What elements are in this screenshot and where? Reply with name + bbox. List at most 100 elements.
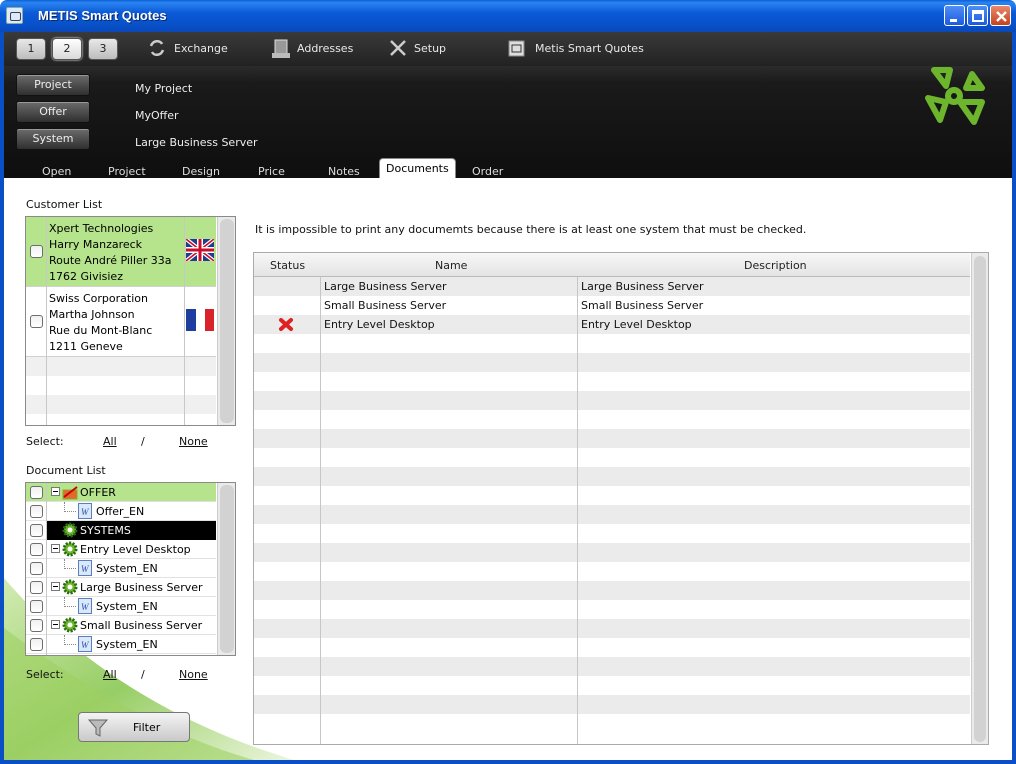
select-label: Select: — [26, 435, 64, 448]
scroll-thumb[interactable] — [220, 485, 234, 653]
customer-contact: Martha Johnson — [49, 308, 135, 321]
tree-collapse-toggle[interactable] — [51, 620, 60, 629]
tab-project[interactable]: Project — [108, 165, 146, 178]
tab-order[interactable]: Order — [472, 165, 503, 178]
customer-street: Rue du Mont-Blanc — [49, 324, 153, 337]
customer-city: 1211 Geneve — [49, 340, 123, 353]
select-separator: / — [141, 668, 145, 681]
page-2-button[interactable]: 2 — [52, 38, 82, 60]
tab-price[interactable]: Price — [258, 165, 285, 178]
offer-value: MyOffer — [135, 109, 179, 122]
document-checkbox[interactable] — [30, 486, 43, 499]
title-bar: METIS Smart Quotes — [0, 0, 1016, 32]
table-header: Status Name Description — [254, 253, 970, 277]
exchange-menu[interactable]: Exchange — [174, 42, 228, 55]
row-name: Entry Level Desktop — [324, 318, 435, 331]
customer-list-title: Customer List — [26, 198, 103, 211]
exchange-icon[interactable] — [148, 38, 166, 58]
document-label: System_EN — [96, 638, 158, 651]
tab-documents[interactable]: Documents — [379, 158, 456, 180]
document-row[interactable]: Large Business Server — [26, 578, 216, 597]
row-name: Small Business Server — [324, 299, 447, 312]
close-button[interactable] — [990, 5, 1011, 26]
document-checkbox[interactable] — [30, 543, 43, 556]
tab-open[interactable]: Open — [42, 165, 71, 178]
offer-button[interactable]: Offer — [16, 101, 90, 123]
row-name: Large Business Server — [324, 280, 447, 293]
systems-table-scrollbar[interactable] — [971, 253, 988, 744]
customer-street: Route André Piller 33a — [49, 254, 172, 267]
document-row[interactable]: W System_EN — [26, 559, 216, 578]
setup-menu[interactable]: Setup — [414, 42, 446, 55]
offer-icon — [62, 486, 78, 500]
document-label: Entry Level Desktop — [80, 543, 191, 556]
document-row[interactable]: Small Business Server — [26, 616, 216, 635]
document-row[interactable]: Entry Level Desktop — [26, 540, 216, 559]
minimize-icon — [950, 19, 957, 22]
row-description: Large Business Server — [581, 280, 704, 293]
table-row[interactable]: Entry Level Desktop Entry Level Desktop — [254, 315, 970, 334]
system-button[interactable]: System — [16, 128, 90, 150]
close-icon — [996, 11, 1007, 22]
tree-collapse-toggle[interactable] — [51, 582, 60, 591]
table-row[interactable]: Small Business Server Small Business Serv… — [254, 296, 970, 315]
header: 1 2 3 Exchange Addresses Setup Metis Sma… — [4, 32, 1012, 180]
customer-city: 1762 Givisiez — [49, 270, 123, 283]
document-row[interactable]: W Offer_EN — [26, 502, 216, 521]
project-button[interactable]: Project — [16, 74, 90, 96]
document-label: Offer_EN — [96, 505, 145, 518]
document-checkbox[interactable] — [30, 638, 43, 651]
select-label: Select: — [26, 668, 64, 681]
tree-collapse-toggle[interactable] — [51, 487, 60, 496]
customer-list: Xpert Technologies Harry Manzareck Route… — [25, 216, 236, 426]
metis-smart-quotes-menu[interactable]: Metis Smart Quotes — [535, 42, 644, 55]
app-icon[interactable] — [6, 7, 23, 24]
page-1-button[interactable]: 1 — [16, 38, 46, 60]
addresses-icon[interactable] — [270, 38, 292, 60]
word-doc-icon: W — [78, 598, 92, 614]
metis-app-icon[interactable] — [508, 40, 526, 58]
header-description[interactable]: Description — [744, 259, 807, 272]
error-x-icon — [279, 318, 293, 331]
customer-row[interactable]: Swiss Corporation Martha Johnson Rue du … — [26, 287, 216, 357]
minimize-button[interactable] — [944, 5, 965, 26]
tree-collapse-toggle[interactable] — [51, 544, 60, 553]
document-list-scrollbar[interactable] — [217, 483, 235, 655]
gear-icon — [62, 541, 78, 557]
maximize-button[interactable] — [967, 5, 988, 26]
select-none-link[interactable]: None — [179, 668, 208, 681]
wrench-icon[interactable] — [388, 38, 408, 58]
document-checkbox[interactable] — [30, 524, 43, 537]
gear-icon — [62, 522, 78, 538]
customer-checkbox[interactable] — [30, 245, 43, 258]
table-row[interactable]: Large Business Server Large Business Serv… — [254, 277, 970, 296]
select-all-link[interactable]: All — [103, 435, 117, 448]
document-checkbox[interactable] — [30, 562, 43, 575]
customer-list-scrollbar[interactable] — [217, 217, 235, 425]
document-row[interactable]: SYSTEMS — [26, 521, 216, 540]
document-row[interactable]: W System_EN — [26, 597, 216, 616]
select-none-link[interactable]: None — [179, 435, 208, 448]
document-label: OFFER — [80, 486, 116, 499]
tab-notes[interactable]: Notes — [328, 165, 360, 178]
customer-row[interactable]: Xpert Technologies Harry Manzareck Route… — [26, 217, 216, 287]
header-name[interactable]: Name — [435, 259, 467, 272]
document-checkbox[interactable] — [30, 600, 43, 613]
document-row[interactable]: W System_EN — [26, 635, 216, 654]
gear-icon — [62, 579, 78, 595]
document-row[interactable]: OFFER — [26, 483, 216, 502]
addresses-menu[interactable]: Addresses — [297, 42, 353, 55]
header-status[interactable]: Status — [270, 259, 305, 272]
scroll-thumb[interactable] — [974, 256, 986, 742]
select-all-link[interactable]: All — [103, 668, 117, 681]
document-checkbox[interactable] — [30, 505, 43, 518]
document-checkbox[interactable] — [30, 581, 43, 594]
document-label: Small Business Server — [80, 619, 203, 632]
document-checkbox[interactable] — [30, 619, 43, 632]
page-3-button[interactable]: 3 — [88, 38, 118, 60]
scroll-thumb[interactable] — [220, 219, 234, 423]
tab-design[interactable]: Design — [182, 165, 220, 178]
filter-funnel-icon — [87, 719, 109, 737]
customer-checkbox[interactable] — [30, 315, 43, 328]
filter-button[interactable]: Filter — [78, 712, 190, 742]
